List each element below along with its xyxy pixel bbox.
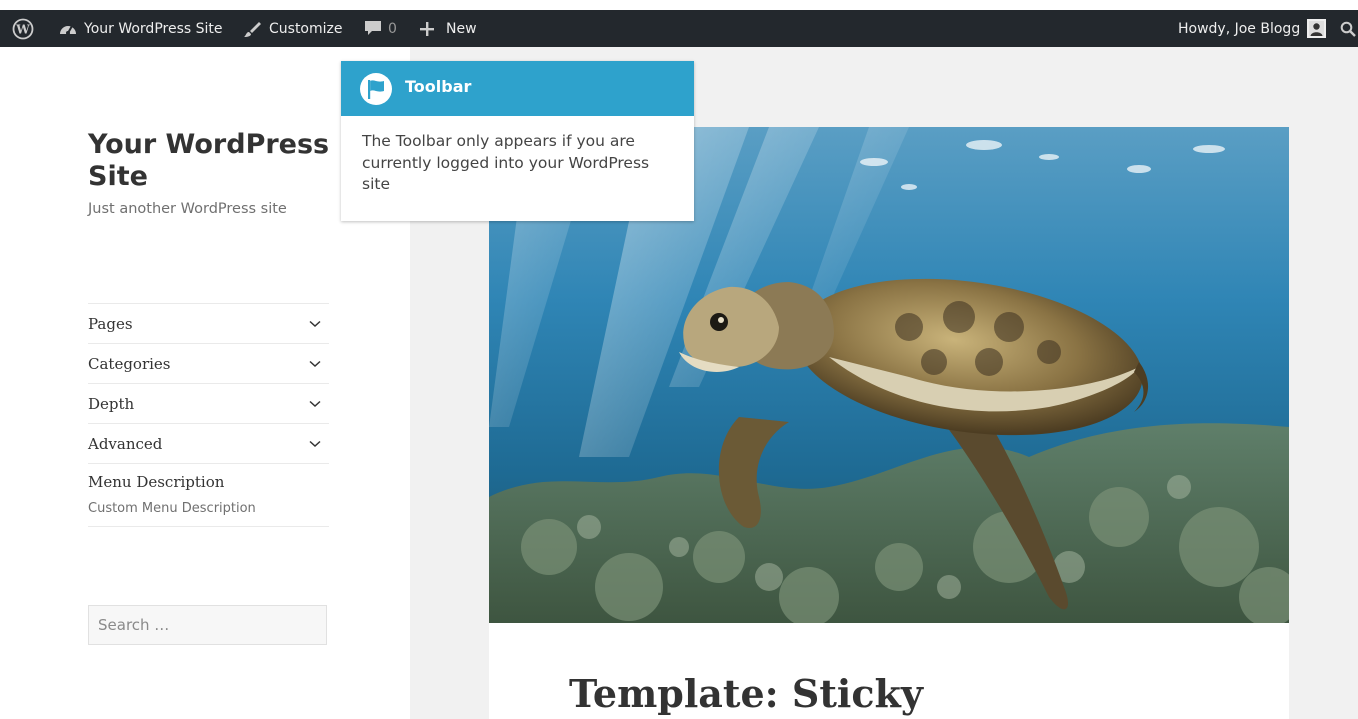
my-account-menu[interactable]: Howdy, Joe Blogg [1178,10,1327,47]
chevron-down-icon[interactable] [309,400,321,408]
menu-item-description[interactable]: Menu Description Custom Menu Description [88,463,329,527]
menu-item-label: Pages [88,314,133,333]
menu-item-label: Categories [88,354,171,373]
menu-description-subtitle: Custom Menu Description [88,501,256,516]
tooltip-header: Toolbar [341,61,694,116]
comments-link[interactable]: 0 [364,10,397,47]
customize-label: Customize [269,20,343,37]
site-name-label: Your WordPress Site [84,20,223,37]
plus-icon [420,21,434,36]
chevron-down-icon[interactable] [309,440,321,448]
comments-count: 0 [388,20,397,37]
greeting-text: Howdy, Joe Blogg [1178,20,1301,37]
avatar [1307,19,1327,38]
site-name-menu[interactable]: Your WordPress Site [58,10,223,47]
menu-item-advanced[interactable]: Advanced [88,423,329,463]
search-input[interactable] [88,605,327,645]
tooltip-body: The Toolbar only appears if you are curr… [362,132,650,193]
post-title[interactable]: Template: Sticky [569,671,923,716]
site-description: Just another WordPress site [88,201,287,217]
comment-bubble-icon [365,21,381,35]
chevron-down-icon[interactable] [309,320,321,328]
tooltip-title: Toolbar [405,77,472,96]
menu-description-title: Menu Description [88,473,225,491]
toolbar-tooltip: Toolbar The Toolbar only appears if you … [341,61,694,221]
search-icon [1340,21,1356,37]
search-toggle[interactable] [1340,10,1356,47]
menu-item-depth[interactable]: Depth [88,383,329,423]
new-content-menu[interactable]: New [419,10,477,47]
site-title[interactable]: Your WordPress Site [88,129,348,193]
menu-item-categories[interactable]: Categories [88,343,329,383]
menu-item-pages[interactable]: Pages [88,303,329,343]
sidebar-menu: Pages Categories Depth Advanced Menu Des… [88,303,329,527]
new-label: New [446,20,477,37]
paintbrush-icon [244,21,261,37]
menu-item-label: Advanced [88,434,163,453]
wordpress-logo-button[interactable]: W [12,10,34,47]
dashboard-gauge-icon [60,25,76,35]
wordpress-logo-icon: W [12,18,34,39]
menu-item-label: Depth [88,394,135,413]
customize-link[interactable]: Customize [243,10,343,47]
chevron-down-icon[interactable] [309,360,321,368]
flag-icon [360,73,392,105]
admin-toolbar: W Your WordPress Site Customize 0 New Ho… [0,10,1358,47]
svg-text:W: W [15,22,30,36]
